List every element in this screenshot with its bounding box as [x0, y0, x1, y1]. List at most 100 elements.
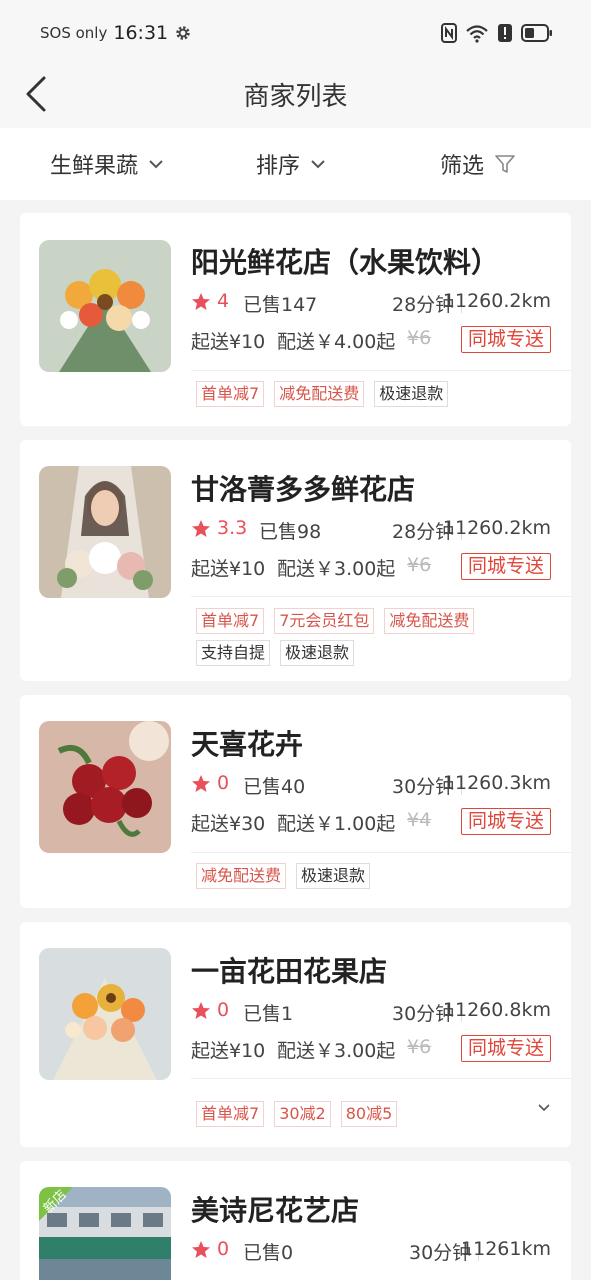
- status-right: [441, 22, 553, 44]
- promo-tags: 首单减7 30减2 80减5: [196, 1101, 555, 1127]
- shop-sold: 已售98: [259, 521, 322, 543]
- clock: 16:31: [113, 22, 169, 44]
- shop-name: 阳光鲜花店（水果饮料）: [191, 246, 500, 279]
- separator: [191, 370, 571, 371]
- delivery-fee: 配送￥3.00起: [277, 1040, 396, 1062]
- shop-stats: 3.3 已售98 28分钟 11260.2km: [191, 517, 551, 545]
- battery-icon: [521, 24, 552, 42]
- shop-thumbnail: [39, 721, 171, 853]
- promo-tag: 减免配送费: [384, 608, 475, 634]
- nav-header: 商家列表: [0, 64, 591, 128]
- delivery-fee: 配送￥3.00起: [277, 558, 396, 580]
- shop-sold: 已售0: [243, 1242, 294, 1264]
- shop-rating: 4: [217, 290, 230, 312]
- shop-stats: 4 已售147 28分钟 11260.2km: [191, 290, 551, 318]
- shop-card[interactable]: 甘洛菁多多鲜花店 3.3 已售98 28分钟 11260.2km 起送¥10 配…: [20, 440, 571, 681]
- shop-stats: 0 已售1 30分钟 11260.8km: [191, 999, 551, 1027]
- city-delivery-badge: 同城专送: [460, 553, 551, 580]
- shop-thumbnail: [39, 466, 171, 598]
- shop-stats: 0 已售0 30分钟 11261km: [191, 1238, 551, 1266]
- filter-bar: 生鲜果蔬 排序 筛选: [0, 128, 591, 200]
- shop-rating: 0: [217, 1238, 230, 1260]
- page-title: 商家列表: [243, 82, 348, 112]
- chevron-down-icon: [149, 160, 163, 169]
- separator: [191, 1078, 571, 1079]
- status-left: SOS only 16:31: [40, 20, 192, 46]
- star-icon: [192, 775, 210, 792]
- original-fee: ¥6: [407, 1036, 432, 1058]
- min-order: 起送¥10: [191, 558, 266, 580]
- promo-tag: 首单减7: [196, 381, 265, 407]
- promo-tag: 首单减7: [196, 1101, 265, 1127]
- shop-card[interactable]: 天喜花卉 0 已售40 30分钟 11260.3km 起送¥30 配送￥1.00…: [20, 695, 571, 908]
- promo-tags: 减免配送费 极速退款: [196, 863, 555, 889]
- original-fee: ¥4: [407, 809, 432, 831]
- min-order: 起送¥10: [191, 331, 266, 353]
- distance: 11260.2km: [442, 517, 551, 539]
- promo-tag: 首单减7: [196, 608, 265, 634]
- shop-name: 天喜花卉: [191, 728, 304, 761]
- alert-icon: [498, 24, 512, 42]
- shop-fees: 起送¥30 配送￥1.00起 ¥4 同城专送: [191, 808, 551, 837]
- status-bar: SOS only 16:31: [0, 0, 591, 64]
- promo-tag: 7元会员红包: [274, 608, 375, 634]
- shop-sold: 已售147: [243, 294, 318, 316]
- promo-tags: 首单减7 7元会员红包 减免配送费 支持自提 极速退款: [196, 608, 555, 666]
- sort-filter[interactable]: 排序: [256, 128, 326, 200]
- shop-name: 美诗尼花艺店: [191, 1194, 360, 1227]
- promo-tag: 减免配送费: [274, 381, 365, 407]
- city-delivery-badge: 同城专送: [460, 1035, 551, 1062]
- shop-rating: 0: [217, 772, 230, 794]
- shop-fees: 起送¥10 配送￥3.00起 ¥6 同城专送: [191, 553, 551, 582]
- promo-tag: 30减2: [274, 1101, 331, 1127]
- screen-filter[interactable]: 筛选: [440, 128, 516, 200]
- shop-thumbnail: [39, 240, 171, 372]
- distance: 11260.8km: [442, 999, 551, 1021]
- star-icon: [192, 293, 210, 310]
- star-icon: [192, 520, 210, 537]
- original-fee: ¥6: [407, 554, 432, 576]
- shop-card[interactable]: 一亩花田花果店 0 已售1 30分钟 11260.8km 起送¥10 配送￥3.…: [20, 922, 571, 1147]
- sort-filter-label: 排序: [256, 154, 301, 179]
- star-icon: [192, 1002, 210, 1019]
- delivery-fee: 配送￥1.00起: [277, 813, 396, 835]
- shop-fees: 起送¥10 配送￥4.00起 ¥6 同城专送: [191, 326, 551, 355]
- shop-rating: 3.3: [217, 517, 248, 539]
- shop-sold: 已售1: [243, 1003, 294, 1025]
- promo-tag: 减免配送费: [196, 863, 287, 889]
- category-filter[interactable]: 生鲜果蔬: [50, 128, 164, 200]
- min-order: 起送¥10: [191, 1040, 266, 1062]
- city-delivery-badge: 同城专送: [460, 808, 551, 835]
- min-order: 起送¥30: [191, 813, 266, 835]
- shop-thumbnail: 新店: [39, 1187, 171, 1280]
- city-delivery-badge: 同城专送: [460, 326, 551, 353]
- wifi-icon: [466, 25, 488, 43]
- shop-thumbnail: [39, 948, 171, 1080]
- carrier-text: SOS only: [40, 24, 108, 42]
- gear-icon: [176, 26, 190, 40]
- shop-rating: 0: [217, 999, 230, 1021]
- shop-card[interactable]: 新店 美诗尼花艺店 0 已售0 30分钟 11261km: [20, 1161, 571, 1280]
- separator: [191, 852, 571, 853]
- shop-name: 甘洛菁多多鲜花店: [191, 473, 416, 506]
- shop-name: 一亩花田花果店: [191, 955, 388, 988]
- chevron-down-icon: [311, 160, 325, 169]
- shop-sold: 已售40: [243, 776, 306, 798]
- category-filter-label: 生鲜果蔬: [50, 154, 139, 179]
- expand-chevron-icon[interactable]: [537, 1101, 551, 1115]
- star-icon: [192, 1241, 210, 1258]
- funnel-icon: [495, 155, 515, 173]
- promo-tag: 80减5: [340, 1101, 398, 1127]
- promo-tag: 支持自提: [196, 640, 271, 666]
- original-fee: ¥6: [407, 327, 432, 349]
- distance: 11260.3km: [442, 772, 551, 794]
- delivery-fee: 配送￥4.00起: [277, 331, 396, 353]
- promo-tag: 极速退款: [280, 640, 355, 666]
- shop-list: 阳光鲜花店（水果饮料） 4 已售147 28分钟 11260.2km 起送¥10…: [0, 200, 591, 1280]
- promo-tags: 首单减7 减免配送费 极速退款: [196, 381, 555, 407]
- shop-fees: 起送¥10 配送￥3.00起 ¥6 同城专送: [191, 1035, 551, 1064]
- promo-tag: 极速退款: [374, 381, 449, 407]
- screen-filter-label: 筛选: [440, 154, 485, 179]
- nfc-icon: [441, 23, 457, 43]
- shop-card[interactable]: 阳光鲜花店（水果饮料） 4 已售147 28分钟 11260.2km 起送¥10…: [20, 213, 571, 426]
